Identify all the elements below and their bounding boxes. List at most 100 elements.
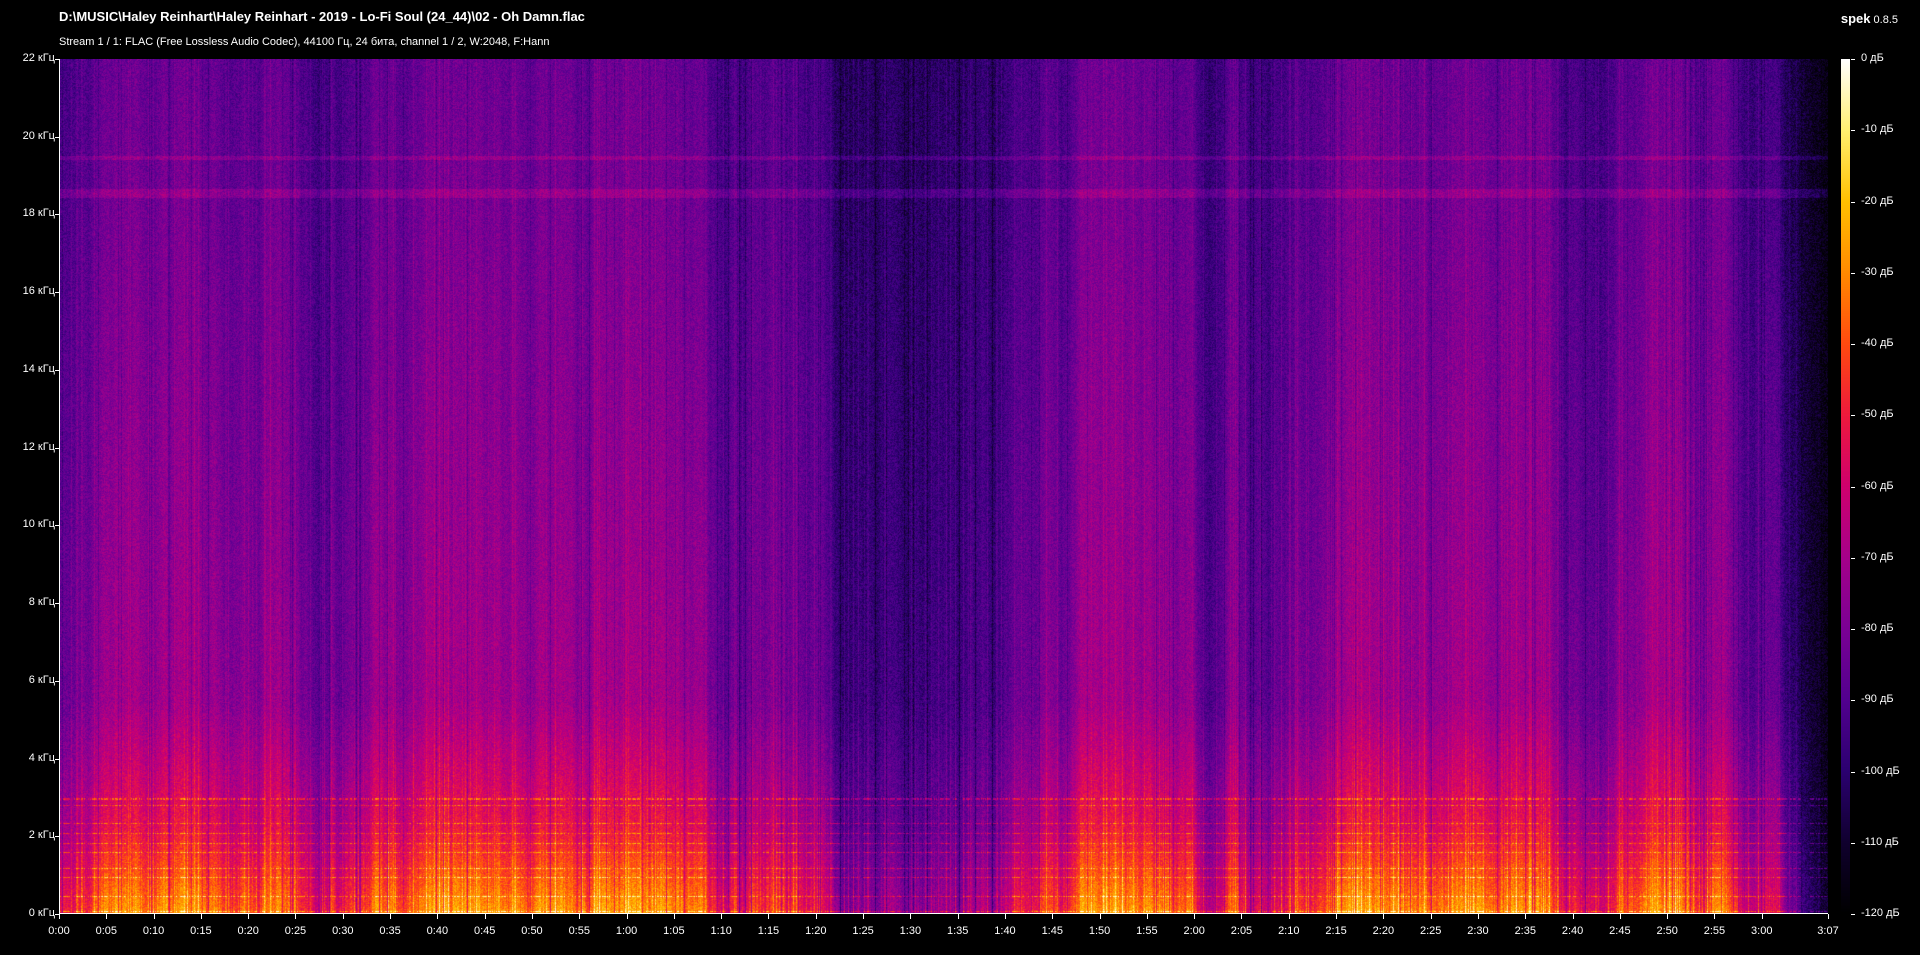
- db-tick: [1851, 843, 1855, 844]
- db-tick: [1851, 487, 1855, 488]
- time-tick-label: 0:45: [473, 925, 496, 937]
- time-tick-label: 1:00: [615, 925, 638, 937]
- time-tick-label: 2:15: [1325, 925, 1347, 937]
- time-tick-label: 0:20: [237, 925, 259, 937]
- frequency-tick: [55, 914, 60, 915]
- time-tick: [579, 914, 580, 919]
- frequency-tick-label: 16 кГц: [22, 285, 55, 298]
- time-tick: [343, 914, 344, 919]
- time-tick: [721, 914, 722, 919]
- frequency-tick-label: 0 кГц: [28, 907, 55, 919]
- frequency-tick-label: 2 кГц: [28, 829, 55, 842]
- time-tick-label: 2:25: [1419, 925, 1442, 937]
- db-tick: [1851, 344, 1855, 345]
- time-tick: [1525, 914, 1526, 919]
- app-logo: spek 0.8.5: [1841, 10, 1898, 28]
- time-tick-label: 1:20: [805, 925, 827, 937]
- frequency-tick-label: 10 кГц: [22, 518, 55, 531]
- db-tick: [1851, 629, 1855, 630]
- time-tick: [1762, 914, 1763, 919]
- time-tick-label: 1:55: [1136, 925, 1158, 937]
- time-tick: [201, 914, 202, 919]
- time-tick: [1194, 914, 1195, 919]
- time-tick: [627, 914, 628, 919]
- time-tick: [248, 914, 249, 919]
- time-tick: [532, 914, 533, 919]
- time-tick-label: 1:30: [899, 925, 922, 937]
- app-name: spek: [1840, 11, 1871, 26]
- frequency-tick-label: 22 кГц: [22, 52, 55, 64]
- time-tick-label: 2:05: [1230, 925, 1253, 937]
- db-tick-label: -10 дБ: [1861, 123, 1894, 136]
- db-tick-label: -110 дБ: [1861, 835, 1899, 848]
- time-tick-label: 1:45: [1041, 925, 1063, 937]
- time-tick-label: 1:15: [757, 925, 780, 937]
- time-tick: [863, 914, 864, 919]
- time-tick: [910, 914, 911, 919]
- time-tick: [106, 914, 107, 919]
- db-tick: [1851, 202, 1855, 203]
- time-tick-label: 1:35: [946, 925, 969, 937]
- time-tick-label: 1:05: [663, 925, 685, 937]
- frequency-tick-label: 18 кГц: [22, 207, 55, 220]
- stream-info: Stream 1 / 1: FLAC (Free Lossless Audio …: [59, 36, 550, 48]
- time-tick-label: 0:00: [48, 925, 70, 937]
- db-tick-label: -60 дБ: [1861, 479, 1894, 492]
- time-tick-label: 0:55: [568, 925, 590, 937]
- time-tick-label: 0:25: [284, 925, 307, 937]
- time-tick-label: 0:40: [426, 925, 449, 937]
- db-colorbar: [1841, 59, 1850, 915]
- spectrogram-canvas: [59, 59, 1828, 914]
- spek-window: D:\MUSIC\Haley Reinhart\Haley Reinhart -…: [0, 0, 1920, 955]
- frequency-tick-label: 14 кГц: [22, 362, 55, 375]
- db-tick-label: -50 дБ: [1861, 408, 1894, 421]
- time-tick-label: 0:30: [332, 925, 354, 937]
- time-tick: [154, 914, 155, 919]
- time-tick: [1383, 914, 1384, 919]
- time-tick-label: 2:45: [1609, 925, 1631, 937]
- file-path-title: D:\MUSIC\Haley Reinhart\Haley Reinhart -…: [59, 9, 585, 24]
- time-tick-label: 2:30: [1467, 925, 1489, 937]
- time-tick: [390, 914, 391, 919]
- time-tick: [1241, 914, 1242, 919]
- time-tick: [1478, 914, 1479, 919]
- time-tick-label: 2:55: [1703, 925, 1726, 937]
- db-tick-label: -90 дБ: [1861, 693, 1894, 706]
- time-tick-label: 2:00: [1183, 925, 1205, 937]
- time-tick: [1828, 914, 1829, 919]
- db-tick-label: -70 дБ: [1861, 550, 1894, 563]
- time-tick-label: 0:10: [142, 925, 165, 937]
- db-tick-label: -30 дБ: [1861, 265, 1894, 278]
- db-tick-label: -100 дБ: [1861, 764, 1900, 777]
- time-tick-label: 0:15: [190, 925, 212, 937]
- app-version: 0.8.5: [1873, 14, 1898, 26]
- time-tick: [1100, 914, 1101, 919]
- db-tick: [1851, 415, 1855, 416]
- time-tick-label: 0:05: [95, 925, 117, 937]
- db-tick-label: 0 дБ: [1861, 52, 1884, 64]
- frequency-tick-label: 20 кГц: [22, 129, 55, 142]
- time-tick-label: 0:35: [379, 925, 401, 937]
- time-tick-label: 2:20: [1372, 925, 1395, 937]
- db-tick: [1851, 700, 1855, 701]
- time-tick-label: 3:00: [1751, 925, 1773, 937]
- db-tick: [1851, 59, 1855, 60]
- time-tick: [674, 914, 675, 919]
- time-tick-label: 3:07: [1817, 925, 1839, 937]
- time-tick: [1573, 914, 1574, 919]
- frequency-tick-label: 8 кГц: [28, 596, 55, 609]
- time-tick-label: 2:40: [1561, 925, 1584, 937]
- frequency-tick-label: 4 кГц: [28, 751, 55, 764]
- time-tick: [958, 914, 959, 919]
- time-tick: [485, 914, 486, 919]
- time-tick: [59, 914, 60, 919]
- time-tick-label: 2:10: [1278, 925, 1300, 937]
- time-tick-label: 1:25: [852, 925, 874, 937]
- db-tick-label: -80 дБ: [1861, 622, 1894, 634]
- db-tick-label: -120 дБ: [1861, 907, 1900, 919]
- db-tick: [1851, 914, 1855, 915]
- time-tick: [1289, 914, 1290, 919]
- time-tick-label: 1:50: [1088, 925, 1111, 937]
- db-tick: [1851, 273, 1855, 274]
- frequency-tick-label: 12 кГц: [22, 440, 55, 453]
